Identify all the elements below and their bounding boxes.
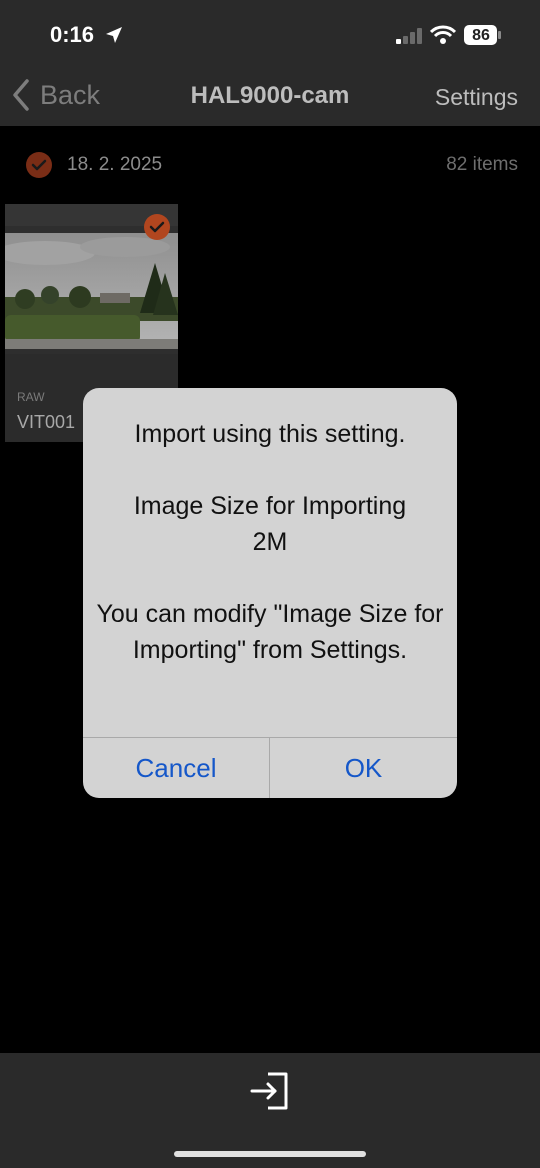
date-group-header: 18. 2. 2025 82 items (0, 126, 540, 204)
settings-button[interactable]: Settings (435, 84, 518, 111)
location-arrow-icon (106, 27, 122, 43)
signal-icon (396, 28, 422, 44)
check-icon (149, 221, 165, 233)
file-name: VIT001 (17, 412, 76, 432)
file-format-label: RAW (17, 390, 45, 404)
status-time: 0:16 (50, 22, 95, 47)
home-indicator (174, 1151, 366, 1157)
alert-line-2: Image Size for Importing (133, 492, 407, 520)
check-icon (31, 159, 47, 171)
status-bar: 0:16 86 (0, 0, 540, 64)
selected-badge (144, 214, 170, 240)
import-icon[interactable] (250, 1071, 290, 1111)
bottom-toolbar (0, 1053, 540, 1168)
group-select-toggle[interactable] (26, 152, 52, 178)
battery-level: 86 (472, 27, 490, 44)
navigation-bar: Back HAL9000-cam Settings (0, 64, 540, 126)
item-count: 82 items (446, 154, 518, 175)
group-date: 18. 2. 2025 (67, 154, 163, 175)
photo-preview (5, 233, 178, 349)
cancel-button[interactable]: Cancel (83, 738, 269, 798)
wifi-icon (430, 25, 456, 44)
alert-line-1: Import using this setting. (134, 420, 406, 448)
alert-line-3: 2M (252, 528, 288, 556)
import-alert-dialog: Import using this setting. Image Size fo… (83, 388, 457, 798)
ok-button[interactable]: OK (270, 738, 457, 798)
alert-line-4: You can modify "Image Size for Importing… (96, 600, 444, 664)
alert-message: Import using this setting. Image Size fo… (93, 416, 447, 668)
